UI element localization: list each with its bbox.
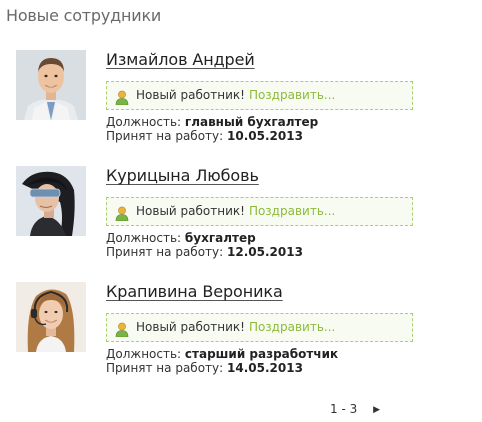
new-employee-notice: Новый работник! Поздравить... (106, 313, 413, 342)
position-value: старший разработчик (184, 347, 339, 361)
employee-photo[interactable] (16, 282, 86, 352)
widget-title: Новые сотрудники (6, 6, 162, 25)
hired-date: 10.05.2013 (227, 129, 303, 143)
hired-date: 14.05.2013 (227, 361, 303, 375)
position-line: Должность: главный бухгалтер (106, 115, 416, 129)
new-employee-notice: Новый работник! Поздравить... (106, 81, 413, 110)
hired-label: Принят на работу: (106, 129, 224, 143)
position-label: Должность: (106, 115, 182, 129)
new-employee-text: Новый работник! (136, 88, 245, 102)
position-line: Должность: бухгалтер (106, 231, 416, 245)
employee-item: Измайлов Андрей Новый работник! Поздравит… (16, 50, 436, 160)
position-label: Должность: (106, 347, 182, 361)
position-value: главный бухгалтер (184, 115, 319, 129)
hired-date: 12.05.2013 (227, 245, 303, 259)
position-line: Должность: старший разработчик (106, 347, 416, 361)
hired-line: Принят на работу: 10.05.2013 (106, 129, 416, 143)
user-icon (115, 88, 129, 106)
employee-photo[interactable] (16, 50, 86, 120)
employee-photo[interactable] (16, 166, 86, 236)
congratulate-link[interactable]: Поздравить... (249, 88, 335, 102)
new-employee-text: Новый работник! (136, 320, 245, 334)
employee-name-link[interactable]: Курицына Любовь (106, 167, 259, 185)
user-icon (115, 204, 129, 222)
hired-line: Принят на работу: 14.05.2013 (106, 361, 416, 375)
employee-name-link[interactable]: Крапивина Вероника (106, 283, 283, 301)
hired-line: Принят на работу: 12.05.2013 (106, 245, 416, 259)
hired-label: Принят на работу: (106, 361, 224, 375)
position-value: бухгалтер (184, 231, 256, 245)
new-employee-notice: Новый работник! Поздравить... (106, 197, 413, 226)
next-page-icon[interactable]: ▶ (373, 403, 380, 417)
employee-name-link[interactable]: Измайлов Андрей (106, 51, 255, 69)
hired-label: Принят на работу: (106, 245, 224, 259)
congratulate-link[interactable]: Поздравить... (249, 204, 335, 218)
new-employee-text: Новый работник! (136, 204, 245, 218)
employee-item: Курицына Любовь Новый работник! Поздравит… (16, 166, 436, 276)
pagination: 1 - 3 ▶ (330, 402, 380, 418)
pagination-range: 1 - 3 (330, 402, 358, 416)
new-employees-widget: Новые сотрудники Измайлов Андрей Новый р… (0, 0, 482, 422)
position-label: Должность: (106, 231, 182, 245)
user-icon (115, 320, 129, 338)
congratulate-link[interactable]: Поздравить... (249, 320, 335, 334)
employee-item: Крапивина Вероника Новый работник! Поздра… (16, 282, 436, 392)
